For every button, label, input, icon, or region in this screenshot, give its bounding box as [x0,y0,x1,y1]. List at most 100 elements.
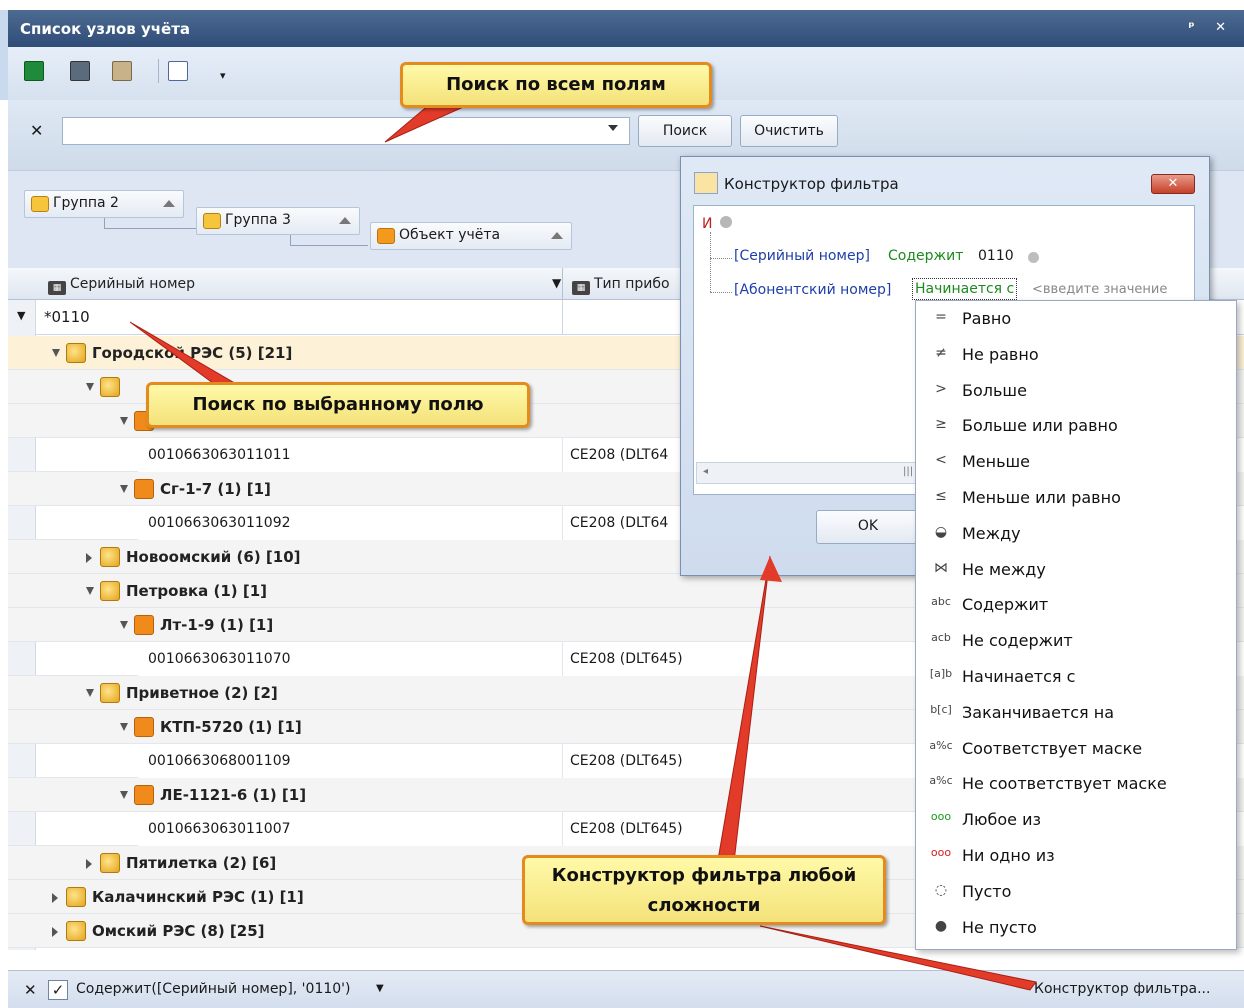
operator-menu-item[interactable]: ≤ Меньше или равно [928,488,1228,522]
expand-icon[interactable] [52,893,58,903]
pin-icon[interactable]: ᵖ [1188,20,1202,35]
remove-condition-icon[interactable] [1028,252,1039,263]
operator-glyph-icon: = [935,309,947,325]
operator-glyph-icon: [a]b [929,667,953,680]
device-type-cell[interactable]: CE208 (DLT645) [570,651,683,667]
operator-menu-item[interactable]: ≥ Больше или равно [928,416,1228,450]
operator-label: Пусто [962,881,1012,901]
group-icon [31,196,49,212]
meter-object-icon [377,228,395,244]
ok-button[interactable]: OK [816,510,920,544]
column-type-icon: ▦ [48,281,66,295]
sort-asc-icon [163,200,175,207]
serial-number-cell[interactable]: 0010663063011092 [148,515,291,531]
dialog-close-button[interactable]: ✕ [1151,174,1195,194]
column-header-device-type[interactable]: ▦ Тип прибо [572,276,670,295]
group-chip-2[interactable]: Группа 3 [196,207,360,235]
tree-expand-icon[interactable] [168,61,188,81]
excel-export-icon[interactable] [24,61,44,81]
operator-label: Не между [962,559,1046,579]
condition-1-field[interactable]: [Серийный номер] [734,248,870,264]
meter-object-icon [134,785,154,805]
operator-menu-item[interactable]: ● Не пусто [928,918,1228,952]
device-type-cell[interactable]: CE208 (DLT645) [570,753,683,769]
device-type-cell[interactable]: CE208 (DLT64 [570,447,668,463]
operator-menu-item[interactable]: ooo Ни одно из [928,846,1228,880]
condition-2-value-placeholder[interactable]: <введите значение [1032,282,1192,297]
toolbar-overflow-icon[interactable]: ▾ [220,69,226,82]
settings-icon[interactable] [112,61,132,81]
collapse-icon[interactable] [120,723,128,731]
print-icon[interactable] [70,61,90,81]
clear-button[interactable]: Очистить [740,115,838,147]
serial-number-cell[interactable]: 0010663063011070 [148,651,291,667]
group-icon [66,887,86,907]
scroll-left-icon[interactable]: ◂ [703,466,708,477]
filter-funnel-icon[interactable]: ▼ [552,276,561,290]
device-type-cell[interactable]: CE208 (DLT645) [570,821,683,837]
filter-row-indicator: ▼ [8,300,36,335]
search-button[interactable]: Поиск [638,115,732,147]
filter-enabled-checkbox[interactable]: ✓ [48,980,68,1000]
operator-menu-item[interactable]: ooo Любое из [928,810,1228,844]
serial-number-cell[interactable]: 0010663063011007 [148,821,291,837]
serial-number-cell[interactable]: 0010663068001109 [148,753,291,769]
operator-menu-item[interactable]: ≠ Не равно [928,345,1228,379]
operator-menu-item[interactable]: a%c Не соответствует маске [928,774,1228,808]
collapse-icon[interactable] [120,621,128,629]
condition-1-value[interactable]: 0110 [978,248,1014,264]
toolbar-separator [158,59,159,83]
condition-1-operator[interactable]: Содержит [888,248,963,264]
operator-menu-item[interactable]: abc Содержит [928,595,1228,629]
expand-icon[interactable] [52,927,58,937]
collapse-icon[interactable] [120,417,128,425]
device-type-cell[interactable]: CE208 (DLT64 [570,515,668,531]
operator-menu-item[interactable]: ⋈ Не между [928,560,1228,594]
operator-menu-item[interactable]: > Больше [928,381,1228,415]
search-input[interactable] [62,117,630,145]
collapse-icon[interactable] [120,791,128,799]
collapse-icon[interactable] [86,587,94,595]
group-icon [66,921,86,941]
group-row-label: Приветное (2) [2] [126,684,278,702]
collapse-icon[interactable] [52,349,60,357]
expand-icon[interactable] [86,859,92,869]
search-clear-icon[interactable]: ✕ [30,121,43,140]
add-condition-icon[interactable] [720,216,732,228]
operator-label: Ни одно из [962,846,1055,865]
serial-filter-input[interactable]: *0110 [44,308,90,326]
filter-constructor-link[interactable]: Конструктор фильтра... [1034,981,1210,997]
group-row-label: Пятилетка (2) [6] [126,854,277,872]
close-icon[interactable]: ✕ [1215,20,1234,35]
collapse-icon[interactable] [120,485,128,493]
group-chip-1[interactable]: Группа 2 [24,190,184,218]
operator-menu-item[interactable]: acb Не содержит [928,631,1228,665]
operator-menu-item[interactable]: = Равно [928,309,1228,343]
scroll-thumb[interactable]: ||| [903,466,913,477]
search-dropdown-icon[interactable] [608,125,618,131]
group-operator-and[interactable]: И [702,216,712,232]
collapse-icon[interactable] [86,383,94,391]
active-filter-text[interactable]: Содержит([Серийный номер], '0110') [76,981,350,997]
operator-menu-item[interactable]: ◒ Между [928,524,1228,558]
operator-menu-item[interactable]: [a]b Начинается с [928,667,1228,701]
clear-filter-icon[interactable]: ✕ [24,981,37,999]
group-icon [100,377,120,397]
expand-icon[interactable] [86,553,92,563]
column-header-serial[interactable]: ▦ Серийный номер [48,276,195,295]
collapse-icon[interactable] [86,689,94,697]
operator-label: Соответствует маске [962,738,1143,758]
group-chip-3[interactable]: Объект учёта [370,222,572,250]
filter-history-dropdown-icon[interactable]: ▼ [376,983,384,994]
meter-object-icon [134,479,154,499]
operator-menu-item[interactable]: ◌ Пусто [928,882,1228,916]
condition-2-operator[interactable]: Начинается с [912,278,1018,300]
operator-label: Меньше [962,452,1031,472]
serial-number-cell[interactable]: 0010663063011011 [148,447,291,463]
operator-menu-item[interactable]: < Меньше [928,452,1228,486]
operator-menu-item[interactable]: b[c] Заканчивается на [928,703,1228,737]
operator-menu-item[interactable]: a%c Соответствует маске [928,739,1228,773]
horizontal-scrollbar[interactable]: ◂ ||| [696,462,926,484]
condition-2-field[interactable]: [Абонентский номер] [734,282,891,298]
operator-glyph-icon: ≤ [935,488,947,504]
